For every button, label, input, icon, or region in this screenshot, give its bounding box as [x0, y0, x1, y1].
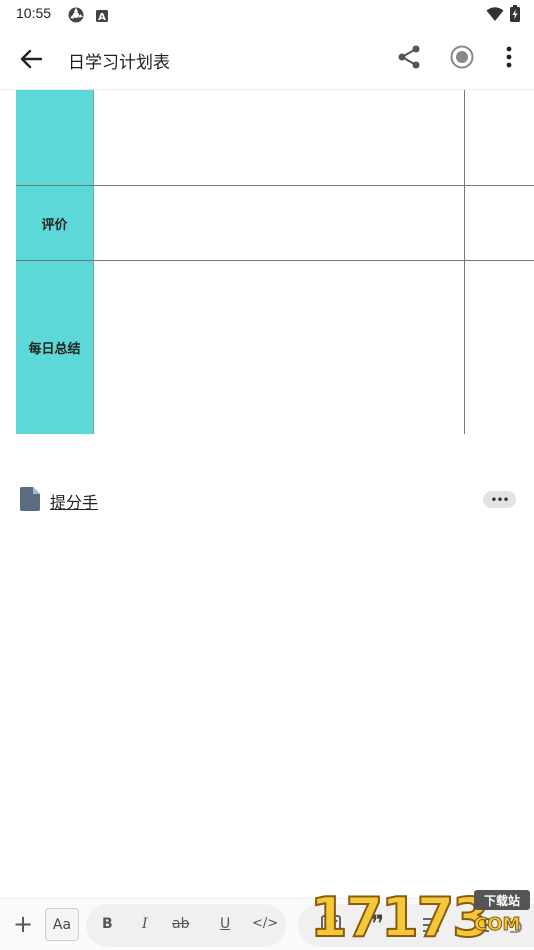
site-watermark-logo: 17173 下载站 COM — [309, 884, 534, 950]
status-icons-right — [486, 5, 520, 26]
row-header-cell[interactable]: 评价 — [16, 186, 94, 260]
table-cell[interactable] — [94, 186, 465, 260]
bold-button[interactable]: B — [102, 916, 113, 932]
arrow-left-icon — [20, 49, 42, 69]
more-vertical-icon — [506, 46, 512, 68]
attachment-more-button[interactable]: ••• — [483, 491, 516, 508]
share-button[interactable] — [396, 44, 424, 72]
record-icon — [450, 45, 474, 69]
share-icon — [398, 45, 420, 69]
table-cell[interactable] — [465, 261, 534, 434]
table-cell[interactable] — [465, 186, 534, 260]
table-row: 每日总结 — [16, 261, 534, 434]
table-cell[interactable] — [94, 90, 465, 185]
row-header-cell[interactable]: 每日总结 — [16, 261, 94, 434]
format-group: B I ab U </> — [86, 904, 286, 947]
study-plan-table: 评价 每日总结 — [16, 90, 534, 434]
text-style-button[interactable]: Aa — [45, 908, 79, 941]
table-row: 评价 — [16, 186, 534, 261]
file-icon — [20, 487, 40, 511]
status-time: 10:55 — [16, 5, 52, 21]
keyboard-a-icon: A — [95, 8, 109, 27]
more-options-button[interactable] — [498, 44, 520, 72]
strikethrough-button[interactable]: ab — [172, 916, 189, 932]
table-cell[interactable] — [465, 90, 534, 185]
status-bar: 10:55 A — [0, 0, 534, 28]
status-icons-left: A — [67, 6, 109, 28]
attachment-name[interactable]: 提分手 — [50, 489, 98, 513]
italic-button[interactable]: I — [142, 916, 148, 932]
table-cell[interactable] — [94, 261, 465, 434]
svg-text:A: A — [98, 12, 106, 23]
battery-icon — [510, 5, 520, 26]
code-button[interactable]: </> — [252, 916, 278, 931]
watermark-tag: 下载站 — [474, 890, 530, 910]
row-header-cell[interactable] — [16, 90, 94, 185]
record-button[interactable] — [449, 44, 477, 72]
back-button[interactable] — [16, 44, 46, 74]
page-title: 日学习计划表 — [68, 53, 170, 73]
wifi-icon — [486, 6, 504, 26]
underline-button[interactable]: U — [220, 916, 230, 932]
watermark-digits: 17173 — [309, 886, 491, 949]
table-row — [16, 90, 534, 186]
attachment-item[interactable]: 提分手 ••• — [20, 486, 520, 514]
app-bar: 日学习计划表 — [0, 28, 534, 90]
add-button[interactable]: + — [10, 911, 36, 937]
watermark-suffix: COM — [473, 914, 521, 936]
sync-icon — [67, 6, 85, 28]
